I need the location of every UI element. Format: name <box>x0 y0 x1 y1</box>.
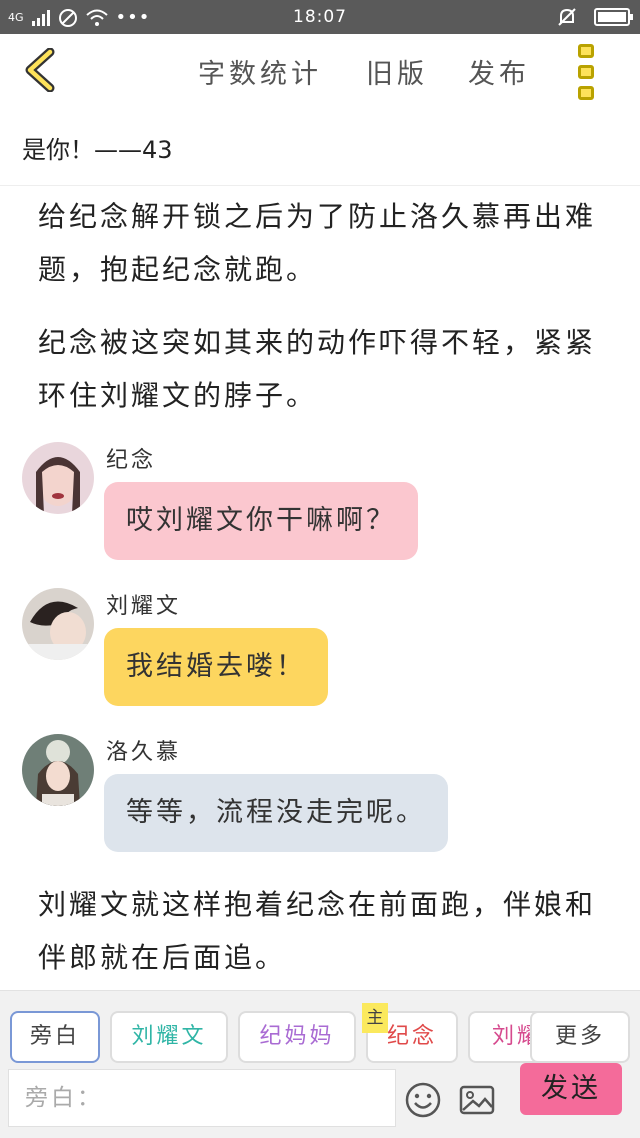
more-roles-button[interactable]: 更多 <box>530 1011 630 1063</box>
message-input[interactable]: 旁白： <box>8 1069 396 1127</box>
chapter-title[interactable]: 是你！——43 <box>22 130 173 165</box>
role-chip-narrator[interactable]: 旁白 <box>10 1011 100 1063</box>
narration-paragraph[interactable]: 刘耀文就这样抱着纪念在前面跑，伴娘和伴郎就在后面追。 <box>38 878 618 984</box>
main-role-badge: 主 <box>362 1003 388 1033</box>
avatar[interactable] <box>22 588 94 660</box>
divider <box>0 185 640 186</box>
role-chip-liu-yaowen[interactable]: 刘耀文 <box>110 1011 228 1063</box>
speaker-name: 纪念 <box>106 448 157 473</box>
publish-button[interactable]: 发布 <box>468 52 530 91</box>
role-chip-ji-mama[interactable]: 纪妈妈 <box>238 1011 356 1063</box>
old-version-button[interactable]: 旧版 <box>366 52 428 91</box>
emoji-icon[interactable] <box>404 1081 442 1119</box>
mute-bell-icon <box>558 8 576 26</box>
composer-bar: 旁白 刘耀文 纪妈妈 纪念 主 刘耀 更多 旁白： 发送 <box>0 990 640 1138</box>
send-button[interactable]: 发送 <box>520 1063 622 1115</box>
speaker-name: 刘耀文 <box>106 594 182 619</box>
narration-paragraph[interactable]: 纪念被这突如其来的动作吓得不轻，紧紧环住刘耀文的脖子。 <box>38 316 618 422</box>
word-count-button[interactable]: 字数统计 <box>198 52 322 91</box>
more-menu-icon[interactable] <box>578 44 600 100</box>
message-bubble[interactable]: 哎刘耀文你干嘛啊？ <box>104 482 418 560</box>
status-right <box>556 6 633 28</box>
image-icon[interactable] <box>458 1081 496 1119</box>
editor-header: 字数统计 旧版 发布 <box>0 34 640 108</box>
clock: 18:07 <box>293 7 347 27</box>
narration-paragraph[interactable]: 给纪念解开锁之后为了防止洛久慕再出难题，抱起纪念就跑。 <box>38 190 618 296</box>
battery-icon <box>594 8 633 26</box>
back-arrow-icon[interactable] <box>20 48 64 92</box>
speaker-name: 洛久慕 <box>106 740 182 765</box>
message-bubble[interactable]: 等等，流程没走完呢。 <box>104 774 448 852</box>
message-bubble[interactable]: 我结婚去喽！ <box>104 628 328 706</box>
avatar[interactable] <box>22 734 94 806</box>
status-bar: 4G ••• 18:07 <box>0 0 640 34</box>
avatar[interactable] <box>22 442 94 514</box>
